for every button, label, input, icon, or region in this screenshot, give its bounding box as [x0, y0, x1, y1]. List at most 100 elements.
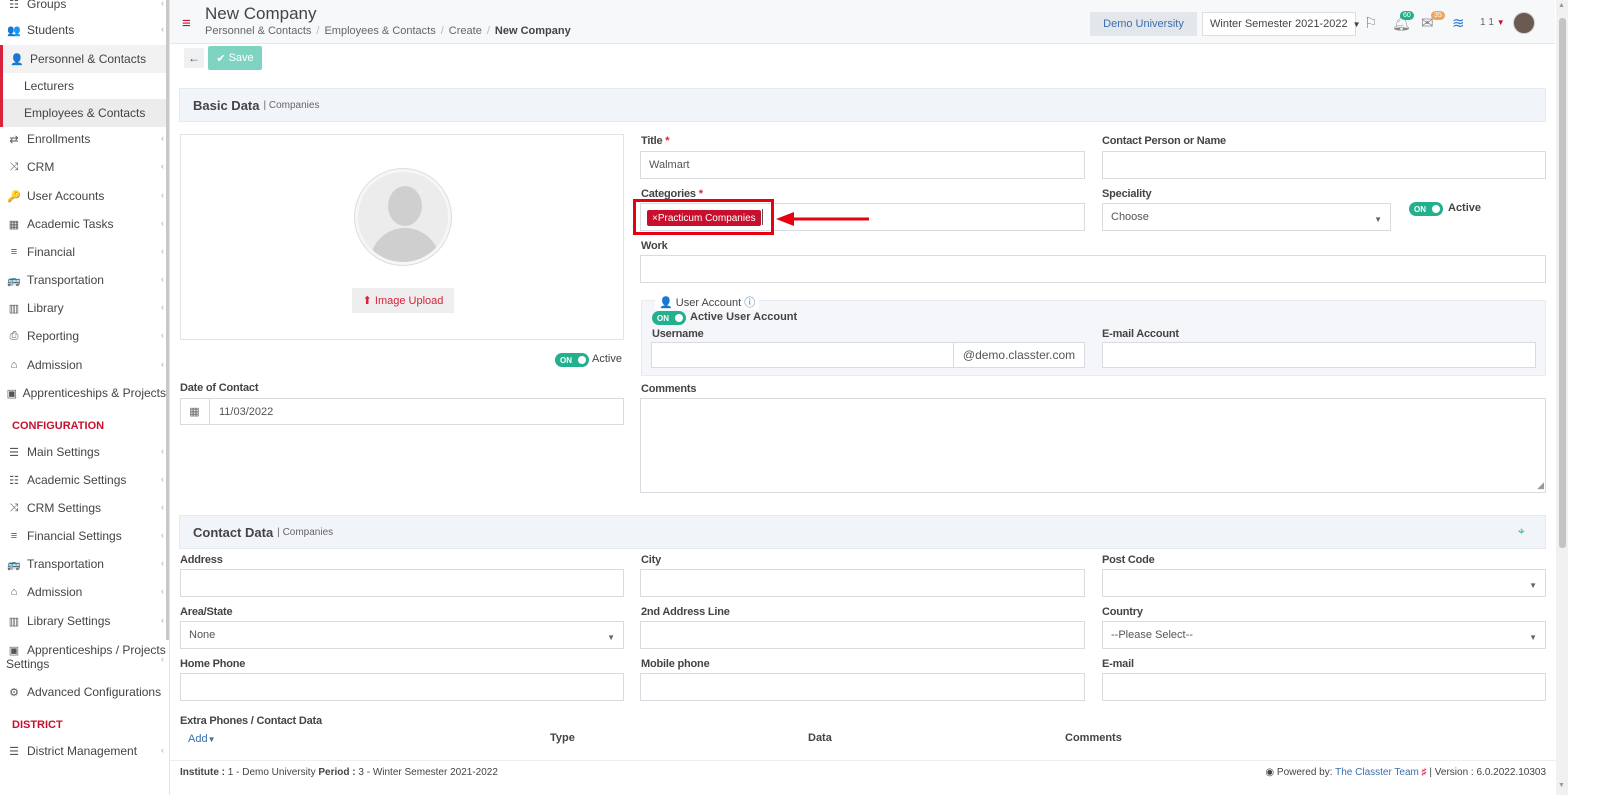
- sidebar-item-label: Financial Settings: [27, 529, 122, 543]
- sidebar-item-apprenticeships-settings[interactable]: ▣ Apprenticeships / Projects Settings ‹: [0, 640, 166, 674]
- chevron-left-icon: ‹: [161, 615, 164, 625]
- sidebar-item-label: Financial: [27, 245, 76, 259]
- sidebar-scrollbar[interactable]: [166, 0, 169, 640]
- institution-button[interactable]: Demo University: [1090, 12, 1197, 36]
- speciality-value: Choose: [1111, 211, 1149, 223]
- home-phone-input[interactable]: [180, 673, 624, 701]
- sidebar-item-label: Academic Settings: [27, 473, 127, 487]
- hamburger-icon[interactable]: ≡: [182, 15, 191, 32]
- map-pin-icon[interactable]: ⌖: [1518, 524, 1525, 539]
- sidebar-item-label: Advanced Configurations: [27, 685, 162, 699]
- page-title: New Company: [205, 4, 317, 23]
- email-input[interactable]: [1102, 673, 1546, 701]
- sidebar-item-transportation-settings[interactable]: 🚌 Transportation ‹: [0, 550, 166, 578]
- date-of-contact-label: Date of Contact: [180, 382, 259, 394]
- sidebar-item-crm[interactable]: ⤨ CRM ‹: [0, 153, 166, 181]
- sidebar-item-library-settings[interactable]: ▥ Library Settings ‹: [0, 607, 166, 635]
- address2-input[interactable]: [640, 621, 1085, 649]
- action-bar: ← ✔ Save: [170, 44, 1555, 74]
- sidebar-item-financial[interactable]: ≡ Financial ‹: [0, 238, 166, 266]
- sidebar-item-students[interactable]: 👥 Students ‹: [0, 16, 166, 44]
- sidebar-item-transportation[interactable]: 🚌 Transportation ‹: [0, 266, 166, 294]
- city-input[interactable]: [640, 569, 1085, 597]
- sidebar-item-reporting[interactable]: ⎙ Reporting ‹: [0, 322, 166, 350]
- scroll-down-icon[interactable]: ▼: [1558, 782, 1565, 789]
- post-code-select[interactable]: ▼: [1102, 569, 1546, 597]
- breadcrumb-employees[interactable]: Employees & Contacts: [324, 25, 435, 37]
- sidebar-item-financial-settings[interactable]: ≡ Financial Settings ‹: [0, 522, 166, 550]
- active-toggle[interactable]: ON: [555, 353, 589, 367]
- active-user-account-toggle[interactable]: ON: [652, 311, 686, 325]
- image-upload-button[interactable]: ⬆ Image Upload: [352, 288, 454, 313]
- sidebar-item-main-settings[interactable]: ☰ Main Settings ‹: [0, 438, 166, 466]
- sidebar-item-apprenticeships-projects[interactable]: ▣ Apprenticeships & Projects: [0, 379, 166, 407]
- sidebar-item-district-management[interactable]: ☰ District Management ‹: [0, 737, 166, 765]
- books-icon: ▥: [8, 615, 20, 628]
- scroll-up-icon[interactable]: ▲: [1558, 2, 1565, 9]
- scrollbar-thumb[interactable]: [1559, 18, 1566, 548]
- image-upload-label: Image Upload: [374, 294, 444, 307]
- grid-icon: ▦: [8, 218, 20, 231]
- back-button[interactable]: ←: [184, 48, 204, 68]
- calendar-icon[interactable]: ▦: [180, 398, 210, 425]
- sidebar-item-label: Admission: [27, 585, 83, 599]
- home-phone-label: Home Phone: [180, 658, 246, 670]
- sidebar-item-label: Groups: [27, 0, 67, 11]
- layers-icon[interactable]: ≋: [1452, 14, 1465, 32]
- semester-select[interactable]: Winter Semester 2021-2022 ▼: [1202, 12, 1361, 36]
- sidebar-item-enrollments[interactable]: ⇄ Enrollments ‹: [0, 125, 166, 153]
- contact-data-header: Contact Data | Companies: [179, 515, 1546, 549]
- panel-subtitle: | Companies: [277, 526, 334, 538]
- save-button[interactable]: ✔ Save: [208, 46, 262, 70]
- sidebar-item-crm-settings[interactable]: ⤨ CRM Settings ‹: [0, 494, 166, 522]
- info-icon[interactable]: ⓘ: [744, 297, 755, 309]
- page-scrollbar[interactable]: ▲ ▼: [1556, 0, 1568, 795]
- sidebar-item-user-accounts[interactable]: 🔑 User Accounts ‹: [0, 182, 166, 210]
- country-select[interactable]: --Please Select-- ▼: [1102, 621, 1546, 649]
- comments-label: Comments: [641, 383, 697, 395]
- team-link[interactable]: The Classter Team: [1335, 767, 1419, 778]
- sidebar-item-personnel-contacts[interactable]: 👤 Personnel & Contacts: [0, 45, 166, 73]
- sidebar-item-admission[interactable]: ⌂ Admission ‹: [0, 351, 166, 379]
- sidebar-item-admission-settings[interactable]: ⌂ Admission ‹: [0, 578, 166, 606]
- sidebar-item-library[interactable]: ▥ Library ‹: [0, 294, 166, 322]
- coins-icon: ≡: [10, 246, 18, 258]
- resize-grip-icon[interactable]: ◢: [1537, 480, 1544, 491]
- sidebar-item-advanced-configurations[interactable]: ⚙ Advanced Configurations: [0, 678, 166, 706]
- caret-down-icon: ▼: [1374, 215, 1382, 224]
- date-of-contact-input[interactable]: 11/03/2022: [180, 398, 624, 425]
- speciality-select[interactable]: Choose ▼: [1102, 203, 1391, 231]
- sidebar-item-label: District Management: [27, 744, 138, 758]
- caret-down-icon: ▼: [607, 633, 615, 642]
- contact-person-input[interactable]: [1102, 151, 1546, 179]
- avatar[interactable]: [1513, 12, 1535, 34]
- mobile-phone-input[interactable]: [640, 673, 1085, 701]
- chevron-left-icon: ‹: [161, 302, 164, 312]
- email-account-input[interactable]: [1102, 342, 1536, 368]
- sidebar-item-employees-contacts[interactable]: Employees & Contacts: [0, 99, 166, 127]
- sidebar-item-academic-settings[interactable]: ☷ Academic Settings ‹: [0, 466, 166, 494]
- breadcrumb-create[interactable]: Create: [449, 25, 482, 37]
- extra-phones-label: Extra Phones / Contact Data: [180, 715, 322, 727]
- red-arrow-annotation: [776, 212, 869, 226]
- title-input[interactable]: Walmart: [640, 151, 1085, 179]
- add-dropdown-button[interactable]: Add▼: [188, 733, 216, 745]
- classter-icon: ◉: [1265, 767, 1275, 778]
- chevron-left-icon: ‹: [161, 190, 164, 200]
- area-state-select[interactable]: None ▼: [180, 621, 624, 649]
- username-input[interactable]: @demo.classter.com: [651, 342, 1085, 368]
- email-account-label: E-mail Account: [1102, 328, 1179, 340]
- speciality-active-toggle[interactable]: ON: [1409, 202, 1443, 216]
- powered-by-label: Powered by:: [1276, 767, 1333, 778]
- flag-icon[interactable]: ⚐: [1364, 14, 1377, 32]
- column-header-comments: Comments: [1065, 732, 1122, 744]
- sidebar-item-label: Transportation: [27, 557, 104, 571]
- sidebar-item-lecturers[interactable]: Lecturers: [0, 72, 166, 100]
- comments-textarea[interactable]: ◢: [640, 398, 1546, 493]
- work-input[interactable]: [640, 255, 1546, 283]
- user-menu[interactable]: 1 1 ▼: [1480, 17, 1505, 28]
- breadcrumb-personnel[interactable]: Personnel & Contacts: [205, 25, 311, 37]
- sidebar-item-academic-tasks[interactable]: ▦ Academic Tasks ‹: [0, 210, 166, 238]
- address-input[interactable]: [180, 569, 624, 597]
- sidebar: ☷ Groups ‹ 👥 Students ‹ 👤 Personnel & Contact…: [0, 0, 170, 795]
